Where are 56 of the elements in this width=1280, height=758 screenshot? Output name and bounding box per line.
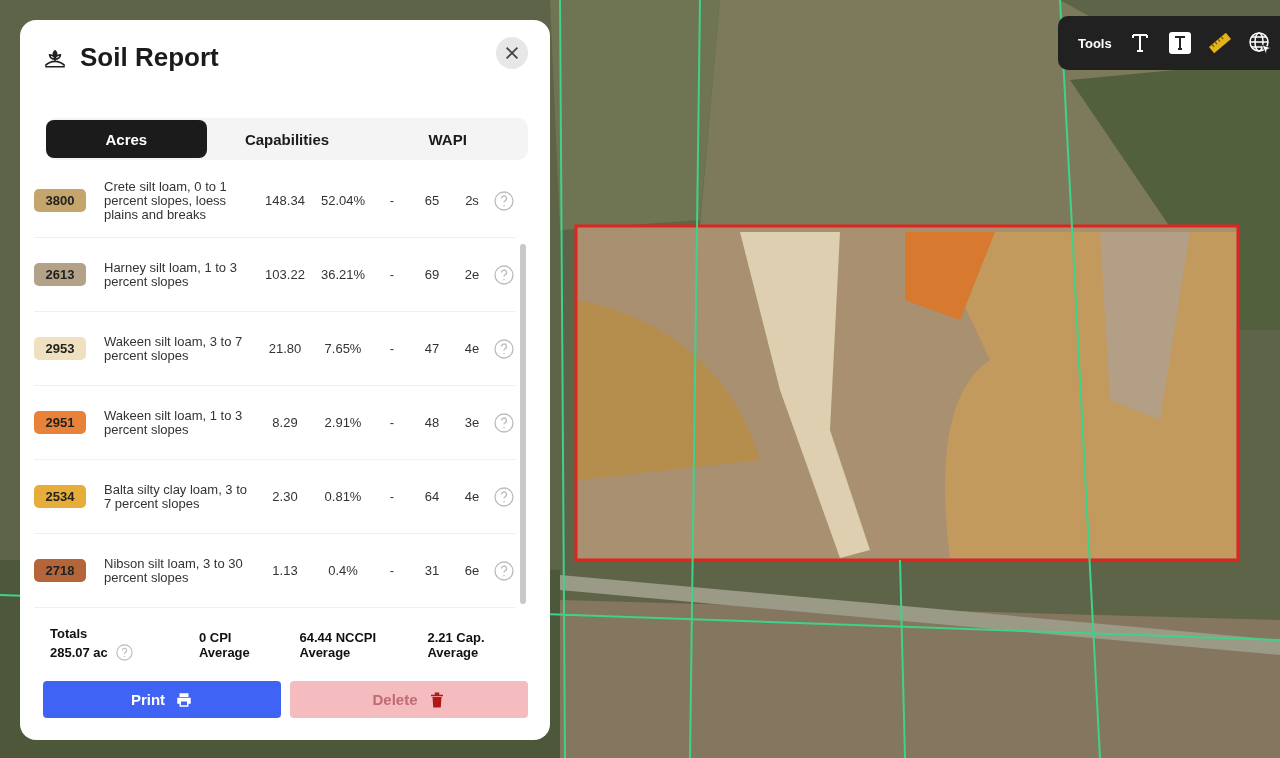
cpi-value: - [388,415,396,430]
capability-value: 3e [463,415,481,430]
average-label: Average [427,645,480,660]
soil-name: Wakeen silt loam, 3 to 7 percent slopes [104,334,244,363]
nccpi-value: 64 [423,489,441,504]
soil-name: Wakeen silt loam, 1 to 3 percent slopes [104,408,244,437]
soil-name: Crete silt loam, 0 to 1 percent slopes, loess plains and breaks [104,179,228,222]
acres-value: 1.13 [271,563,299,578]
average-value: 64.44 NCCPI [299,630,378,645]
capability-value: 4e [463,341,481,356]
capability-value: 2s [464,193,480,208]
soil-name: Nibson silt loam, 3 to 30 percent slopes [104,556,244,585]
percent-value: 36.21% [319,267,367,282]
tab[interactable]: WAPI [367,120,528,158]
nccpi-value: 47 [423,341,441,356]
soil-code-tag: 2613 [34,263,86,286]
average-value: 2.21 Cap. [427,630,486,645]
nccpi-value: 65 [423,193,441,208]
totals-label: Totals [50,626,89,641]
acres-value: 103.22 [264,267,306,282]
toolbar-label: Tools [1078,35,1112,51]
soil-code-tag: 2534 [34,485,86,508]
tab[interactable]: Capabilities [206,120,368,158]
soil-name: Harney silt loam, 1 to 3 percent slopes [104,260,238,289]
capability-value: 6e [463,563,481,578]
soil-code-tag: 3800 [34,189,86,212]
soil-code-tag: 2953 [34,337,86,360]
panel-title: Soil Report [80,41,220,73]
nccpi-value: 31 [423,563,441,578]
capability-value: 2e [463,267,481,282]
acres-value: 8.29 [271,415,299,430]
cpi-value: - [388,489,396,504]
total-acres: 285.07 ac [50,645,108,660]
acres-value: 21.80 [267,341,303,356]
cpi-value: - [388,563,396,578]
soil-code-tag: 2951 [34,411,86,434]
average-label: Average [198,645,251,660]
percent-value: 2.91% [323,415,363,430]
cpi-value: - [388,267,396,282]
acres-value: 148.34 [264,193,306,208]
percent-value: 0.4% [327,563,359,578]
nccpi-value: 69 [423,267,441,282]
average-value: 0 CPI [198,630,233,645]
cpi-value: - [388,193,396,208]
percent-value: 0.81% [323,489,363,504]
capability-value: 4e [463,489,481,504]
soil-code-tag: 2718 [34,559,86,582]
cpi-value: - [388,341,396,356]
soil-name: Balta silty clay loam, 3 to 7 percent slopes [104,482,249,511]
percent-value: 52.04% [319,193,367,208]
print-button[interactable]: Print [43,681,281,718]
nccpi-value: 48 [423,415,441,430]
average-label: Average [299,645,352,660]
acres-value: 2.30 [271,489,299,504]
percent-value: 7.65% [323,341,363,356]
tab[interactable]: Acres [46,120,207,158]
